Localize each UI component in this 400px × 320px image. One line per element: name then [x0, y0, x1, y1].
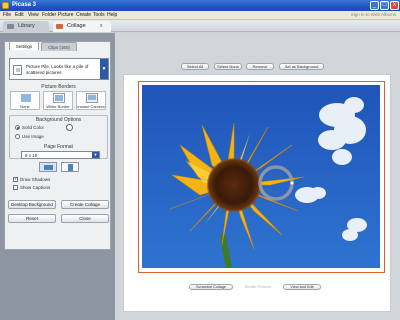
page-format-select[interactable]: 8 x 10 ▼ [21, 151, 100, 159]
menu-help[interactable]: Help [107, 12, 117, 18]
use-image-label: Use Image [22, 134, 44, 139]
landscape-icon [44, 165, 53, 170]
menu-edit[interactable]: Edit [15, 12, 24, 18]
border-none-thumbnail [21, 94, 31, 102]
solid-color-radio[interactable] [15, 125, 20, 130]
border-instant-label: Instant Camera [77, 104, 105, 109]
mode-tab-bar: Library Collage x [0, 20, 400, 32]
view-and-edit-button[interactable]: View and Edit [283, 284, 321, 290]
settings-tab-content: Settings Clips (160) Picture Pile: Looks… [4, 41, 111, 250]
border-instant-option[interactable]: Instant Camera [76, 91, 106, 110]
create-collage-button[interactable]: Create Collage [61, 200, 109, 209]
picture-pile-icon [13, 65, 22, 75]
menu-create[interactable]: Create [76, 12, 91, 18]
close-window-button[interactable]: x [390, 1, 399, 10]
page-format-title: Page Format [44, 144, 73, 150]
collage-type-select[interactable]: Picture Pile: Looks like a pile of scatt… [9, 58, 109, 80]
show-captions-checkbox[interactable] [13, 185, 18, 190]
menu-picture[interactable]: Picture [58, 12, 74, 18]
draw-shadows-checkbox[interactable] [13, 176, 18, 182]
collage-type-description: Picture Pile: Looks like a pile of scatt… [26, 64, 89, 75]
set-as-background-button[interactable]: Set as Background [279, 63, 324, 70]
select-none-button[interactable]: Select None [214, 63, 242, 70]
portrait-icon [68, 164, 73, 171]
use-image-radio[interactable] [15, 134, 20, 139]
collage-workspace: Select All Select None Remove Set as Bac… [115, 33, 400, 320]
border-none-label: None [20, 104, 30, 109]
border-white-thumbnail [53, 93, 65, 103]
window-title: Picasa 3 [12, 2, 37, 8]
chevron-down-icon[interactable]: ▼ [100, 59, 108, 79]
maximize-button[interactable]: □ [380, 1, 389, 10]
menu-tools[interactable]: Tools [93, 12, 105, 18]
collage-settings-panel: Settings Clips (160) Picture Pile: Looks… [0, 33, 115, 320]
tab-clips[interactable]: Clips (160) [41, 42, 77, 51]
remove-button[interactable]: Remove [246, 63, 274, 70]
minimize-button[interactable]: _ [370, 1, 379, 10]
close-tab-icon[interactable]: x [100, 21, 103, 32]
desktop-background-button[interactable]: Desktop Background [8, 200, 56, 209]
close-button[interactable]: Close [61, 214, 109, 223]
solid-color-label: Solid Color [22, 125, 45, 130]
folder-icon [7, 24, 14, 29]
tab-library-label: Library [18, 23, 35, 29]
picasa-icon [2, 2, 9, 9]
menu-file[interactable]: File [3, 12, 11, 18]
page-format-value: 8 x 10 [25, 153, 38, 158]
sunflower-image [142, 85, 380, 268]
border-white-label: White Border [46, 104, 70, 109]
tab-library[interactable]: Library [3, 21, 49, 32]
menu-bar: File Edit View Folder Picture Create Too… [0, 11, 400, 20]
sign-in-link[interactable]: Sign in to Web Albums [351, 12, 396, 17]
picture-borders-title: Picture Borders [41, 84, 76, 90]
collage-icon [56, 24, 63, 29]
tab-settings[interactable]: Settings [9, 41, 39, 50]
menu-folder[interactable]: Folder [42, 12, 56, 18]
tab-collage-label: Collage [67, 23, 86, 29]
background-options-title: Background Options [35, 117, 82, 123]
title-bar: Picasa 3 _ □ x [0, 0, 400, 11]
selected-photo-frame[interactable] [138, 81, 385, 273]
menu-view[interactable]: View [28, 12, 39, 18]
portrait-button[interactable] [61, 162, 79, 172]
chevron-down-icon: ▼ [92, 152, 99, 158]
select-all-button[interactable]: Select All [181, 63, 209, 70]
landscape-button[interactable] [39, 162, 57, 172]
sunflower-photo[interactable] [142, 85, 380, 268]
border-none-option[interactable]: None [10, 91, 40, 110]
show-captions-label: Show Captions [20, 185, 51, 190]
reset-button[interactable]: Reset [8, 214, 56, 223]
scramble-collage-button[interactable]: Scramble Collage [189, 284, 233, 290]
border-instant-thumbnail [86, 93, 98, 103]
tab-collage[interactable]: Collage x [53, 21, 111, 32]
collage-canvas: Scramble Collage Shuffle Pictures View a… [123, 74, 391, 312]
color-swatch[interactable] [66, 124, 73, 131]
shuffle-pictures-button[interactable]: Shuffle Pictures [239, 284, 277, 290]
border-white-option[interactable]: White Border [43, 91, 73, 110]
draw-shadows-label: Draw Shadows [20, 177, 51, 182]
